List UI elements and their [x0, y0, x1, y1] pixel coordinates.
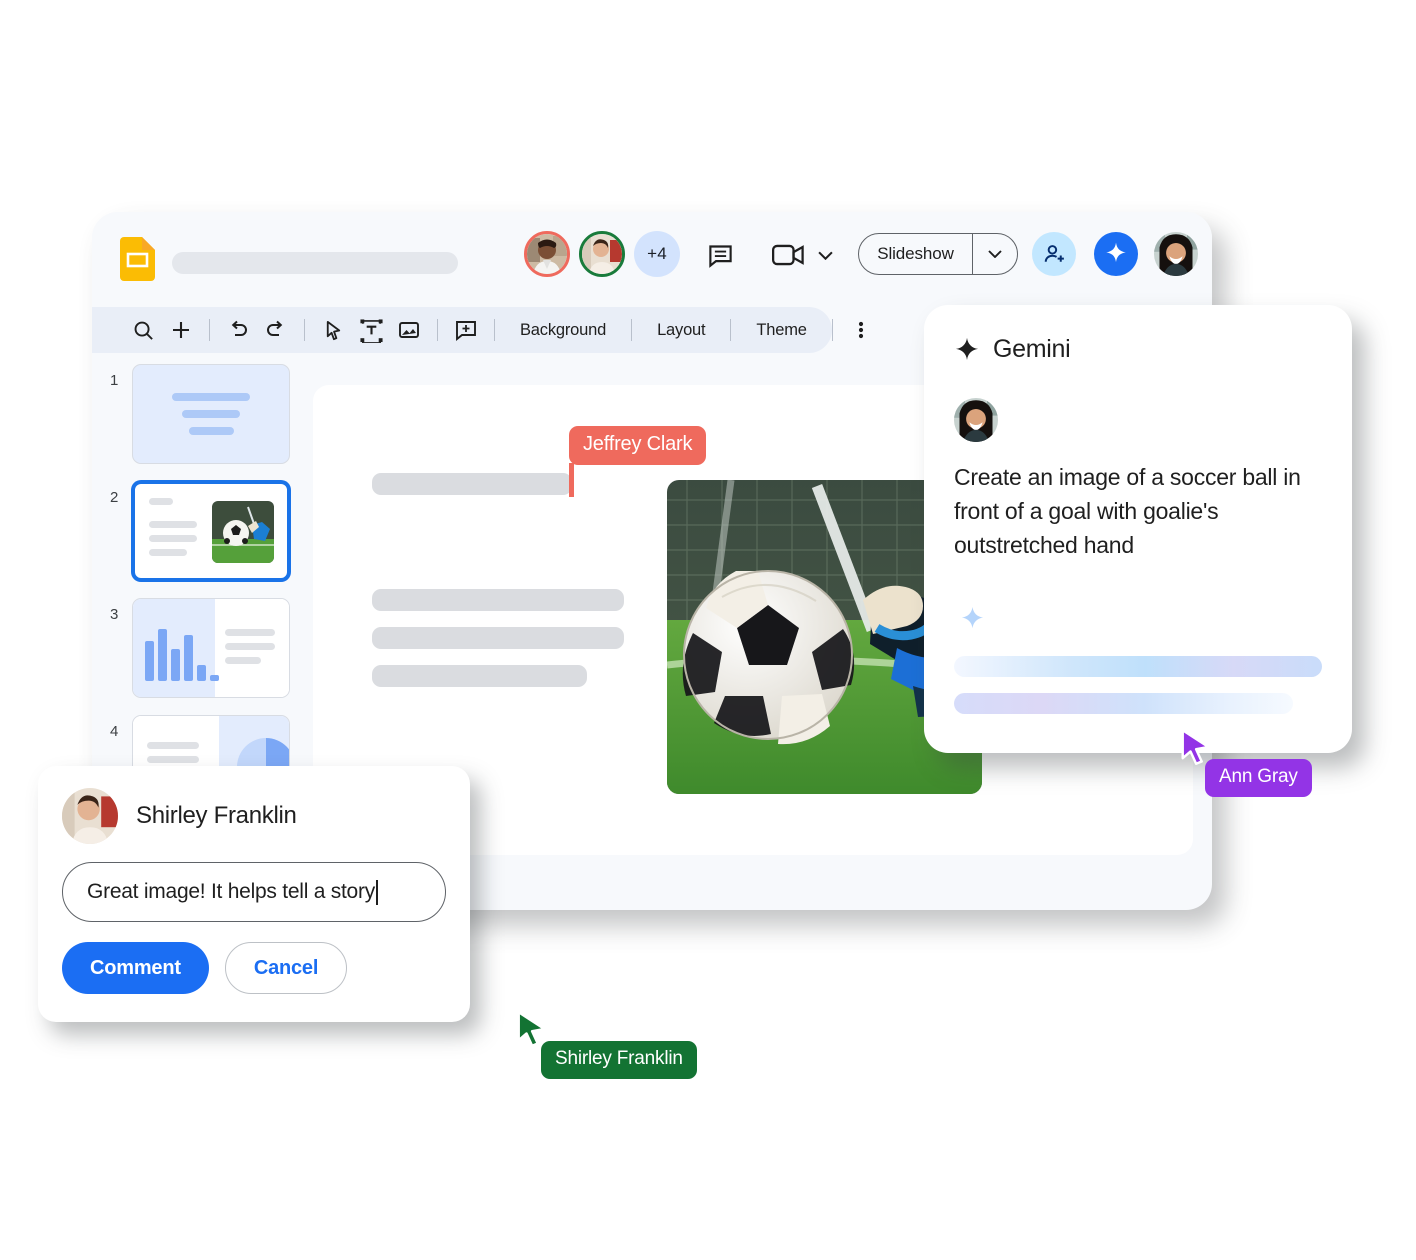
- toolbar-divider: [831, 319, 833, 341]
- gemini-loading-bar: [954, 693, 1293, 714]
- slide-thumbnail-1[interactable]: [132, 364, 290, 464]
- canvas-body-line[interactable]: [372, 665, 587, 687]
- comment-icon[interactable]: [705, 240, 735, 270]
- app-topbar: +4 Slideshow: [92, 212, 1212, 295]
- slide-thumbnail-3[interactable]: [132, 598, 290, 698]
- jeffrey-clark-text-caret: [569, 463, 574, 497]
- slide-thumbnail-2[interactable]: [132, 481, 290, 581]
- toolbar-divider: [494, 319, 495, 341]
- toolbar-divider: [437, 319, 438, 341]
- comment-author-name: Shirley Franklin: [136, 802, 297, 829]
- comment-author-avatar: [62, 788, 118, 844]
- cursor-label-ann-gray: Ann Gray: [1205, 759, 1312, 797]
- text-box-icon[interactable]: [352, 311, 390, 349]
- slideshow-button-label: Slideshow: [877, 244, 954, 263]
- gemini-panel-title: Gemini: [993, 335, 1071, 363]
- gemini-sparkle-icon: [955, 337, 979, 360]
- gemini-prompt-text: Create an image of a soccer ball in fron…: [954, 464, 1301, 558]
- avatar-jeffrey-clark[interactable]: [524, 231, 570, 277]
- gemini-user-avatar: [954, 398, 998, 442]
- comment-cancel-button[interactable]: Cancel: [224, 942, 348, 994]
- toolbar-divider: [304, 319, 305, 341]
- cursor-label-shirley-franklin: Shirley Franklin: [541, 1041, 697, 1079]
- undo-icon[interactable]: [219, 311, 257, 349]
- comment-input-value: Great image! It helps tell a story: [87, 880, 375, 903]
- layout-menu[interactable]: Layout: [641, 321, 721, 340]
- slideshow-button[interactable]: Slideshow: [858, 233, 1018, 275]
- toolbar-divider: [631, 319, 633, 341]
- comment-author-row: Shirley Franklin: [62, 788, 446, 844]
- insert-shape-icon[interactable]: [447, 311, 485, 349]
- slide-number: 4: [110, 723, 119, 740]
- gemini-panel[interactable]: Gemini Create an image of a soccer ball …: [924, 305, 1352, 753]
- slide-thumbnail-item[interactable]: 2: [92, 481, 307, 589]
- text-caret: [375, 879, 378, 905]
- insert-image-icon[interactable]: [390, 311, 428, 349]
- slide-thumbnail-item[interactable]: 3: [92, 598, 307, 706]
- slide-number: 2: [110, 489, 119, 506]
- cursor-label-jeffrey-clark: Jeffrey Clark: [569, 426, 707, 465]
- screenshot-stage: +4 Slideshow Background Layout Theme 1 2…: [0, 0, 1416, 1260]
- chevron-down-icon[interactable]: [814, 240, 836, 270]
- toolbar-divider: [730, 319, 732, 341]
- video-camera-icon[interactable]: [768, 240, 810, 270]
- add-slide-icon[interactable]: [162, 311, 200, 349]
- toolbar-divider: [209, 319, 210, 341]
- canvas-body-line[interactable]: [372, 627, 624, 649]
- collaborator-avatars: +4: [524, 231, 680, 277]
- canvas-title-placeholder[interactable]: [372, 473, 572, 495]
- avatar-shirley-franklin[interactable]: [579, 231, 625, 277]
- search-icon[interactable]: [124, 311, 162, 349]
- canvas-body-line[interactable]: [372, 589, 624, 611]
- redo-icon[interactable]: [257, 311, 295, 349]
- share-button[interactable]: [1032, 232, 1076, 276]
- collaborator-overflow-count[interactable]: +4: [634, 231, 680, 277]
- account-avatar[interactable]: [1154, 232, 1198, 276]
- select-cursor-icon[interactable]: [314, 311, 352, 349]
- background-menu[interactable]: Background: [504, 321, 622, 340]
- thumbnail-bar-chart: [133, 599, 219, 697]
- slide-thumbnail-item[interactable]: 1: [92, 364, 307, 472]
- gemini-sparkle-icon[interactable]: [1094, 232, 1138, 276]
- gemini-loading-bar: [954, 656, 1322, 677]
- comment-popup[interactable]: Shirley Franklin Great image! It helps t…: [38, 766, 470, 1022]
- theme-menu[interactable]: Theme: [740, 321, 822, 340]
- slide-number: 1: [110, 372, 119, 389]
- document-title-field[interactable]: [172, 252, 458, 274]
- comment-input[interactable]: Great image! It helps tell a story: [62, 862, 446, 922]
- slide-number: 3: [110, 606, 119, 623]
- comment-actions: Comment Cancel: [62, 942, 446, 994]
- sparkle-small-icon: [959, 605, 1322, 637]
- slide-thumbnail-image: [212, 501, 274, 563]
- comment-submit-button[interactable]: Comment: [62, 942, 209, 994]
- slides-logo-icon[interactable]: [120, 237, 155, 281]
- more-options-icon[interactable]: [842, 311, 880, 349]
- gemini-panel-header: Gemini: [954, 335, 1322, 364]
- editing-toolbar: Background Layout Theme: [92, 307, 863, 353]
- slideshow-dropdown-caret[interactable]: [973, 250, 1017, 258]
